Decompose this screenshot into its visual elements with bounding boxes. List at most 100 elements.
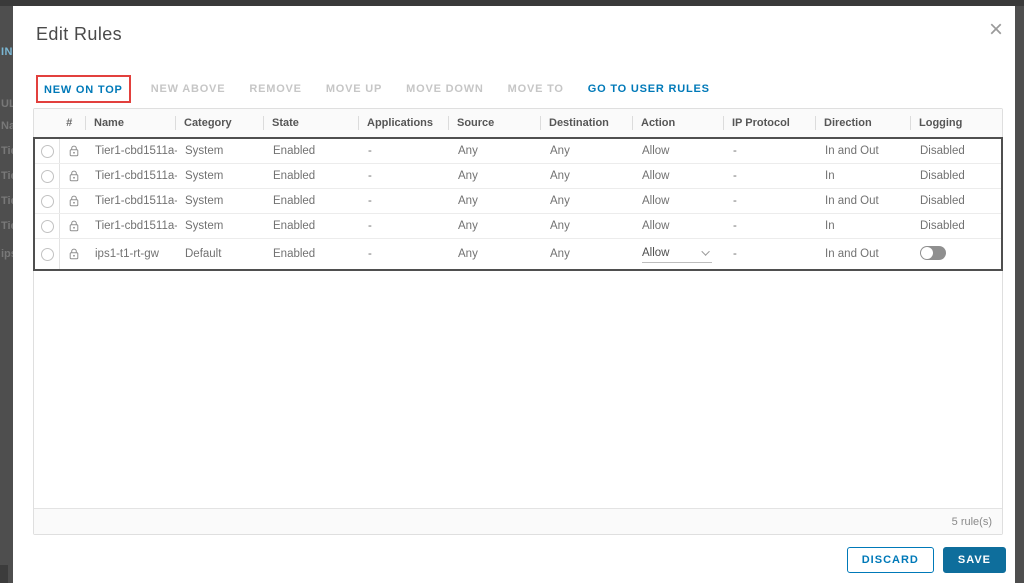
cell-ip-protocol: - — [733, 248, 737, 260]
rule-row[interactable]: Tier1-cbd1511a-c... System Enabled - Any Any A… — [35, 164, 1001, 189]
backdrop-text-fragment: Nam — [1, 120, 13, 132]
col-header-destination: Destination — [541, 116, 633, 130]
cell-state: Enabled — [273, 145, 316, 157]
cell-category: System — [185, 220, 224, 232]
cell-direction: In — [825, 170, 835, 182]
edit-rules-dialog: Edit Rules × NEW ON TOP NEW ABOVE REMOVE… — [13, 6, 1015, 583]
col-header-action: Action — [633, 116, 724, 130]
toolbar-new-above-button[interactable]: NEW ABOVE — [151, 83, 226, 95]
cell-name: Tier1-cbd1511a-c... — [95, 145, 177, 157]
cell-direction: In and Out — [825, 145, 879, 157]
backdrop-text-fragment: Tie — [1, 145, 13, 157]
rule-row[interactable]: Tier1-cbd1511a-c... System Enabled - Any Any A… — [35, 214, 1001, 239]
lock-icon — [69, 145, 78, 157]
close-icon[interactable]: × — [989, 18, 1003, 42]
cell-state: Enabled — [273, 220, 316, 232]
cell-category: System — [185, 145, 224, 157]
cell-source: Any — [458, 145, 478, 157]
col-header-state: State — [264, 116, 359, 130]
row-lock-cell — [59, 139, 87, 163]
row-radio-button[interactable] — [40, 194, 54, 208]
cell-category: System — [185, 170, 224, 182]
dialog-title: Edit Rules — [36, 24, 123, 44]
rule-row[interactable]: ips1-t1-rt-gw Default Enabled - Any Any Allow -… — [35, 239, 1001, 269]
save-button[interactable]: SAVE — [942, 547, 1006, 573]
col-header-logging: Logging — [919, 117, 963, 129]
cell-destination: Any — [550, 145, 570, 157]
cell-name: Tier1-cbd1511a-c... — [95, 170, 177, 182]
action-dropdown[interactable]: Allow — [642, 245, 712, 263]
col-header-direction: Direction — [816, 116, 911, 130]
cell-destination: Any — [550, 195, 570, 207]
toolbar-move-down-button[interactable]: MOVE DOWN — [406, 83, 483, 95]
cell-direction: In — [825, 220, 835, 232]
row-lock-cell — [59, 214, 87, 238]
logging-toggle[interactable] — [920, 245, 946, 260]
cell-state: Enabled — [273, 170, 316, 182]
row-lock-cell — [59, 189, 87, 213]
backdrop-corner-block — [0, 565, 8, 583]
table-rows-block: Tier1-cbd1511a-c... System Enabled - Any Any A… — [33, 137, 1003, 271]
col-header-select — [34, 116, 58, 130]
row-select-cell — [35, 194, 59, 208]
cell-category: System — [185, 195, 224, 207]
cell-direction: In and Out — [825, 248, 879, 260]
backdrop-text-fragment: ips — [1, 248, 13, 260]
cell-applications: - — [368, 170, 372, 182]
cell-source: Any — [458, 248, 478, 260]
row-lock-cell — [59, 164, 87, 188]
row-radio-button[interactable] — [40, 169, 54, 183]
cell-name: Tier1-cbd1511a-c... — [95, 195, 177, 207]
row-radio-button[interactable] — [40, 219, 54, 233]
lock-icon — [69, 195, 78, 207]
col-header-applications: Applications — [359, 116, 449, 130]
cell-destination: Any — [550, 220, 570, 232]
cell-source: Any — [458, 170, 478, 182]
cell-action: Allow — [642, 170, 670, 182]
cell-applications: - — [368, 248, 372, 260]
cell-action: Allow — [642, 220, 670, 232]
cell-state: Enabled — [273, 195, 316, 207]
cell-logging: Disabled — [920, 145, 965, 157]
cell-action: Allow — [642, 145, 670, 157]
col-header-lock: # — [58, 116, 86, 130]
lock-icon — [69, 170, 78, 182]
rule-row[interactable]: Tier1-cbd1511a-c... System Enabled - Any Any A… — [35, 189, 1001, 214]
cell-name: ips1-t1-rt-gw — [95, 248, 159, 260]
cell-applications: - — [368, 145, 372, 157]
cell-action: Allow — [642, 195, 670, 207]
toolbar-remove-button[interactable]: REMOVE — [249, 83, 301, 95]
row-radio-button[interactable] — [40, 247, 54, 261]
toolbar-move-to-button[interactable]: MOVE TO — [508, 83, 564, 95]
row-select-cell — [35, 247, 59, 261]
toolbar-go-to-user-rules-button[interactable]: GO TO USER RULES — [588, 83, 710, 95]
rules-table: # Name Category State Applications Source Dest… — [33, 108, 1003, 535]
table-header: # Name Category State Applications Source Dest… — [34, 109, 1002, 137]
cell-destination: Any — [550, 248, 570, 260]
backdrop-text-fragment: IN — [1, 46, 13, 58]
row-select-cell — [35, 144, 59, 158]
cell-applications: - — [368, 195, 372, 207]
row-select-cell — [35, 169, 59, 183]
cell-applications: - — [368, 220, 372, 232]
toolbar-move-up-button[interactable]: MOVE UP — [326, 83, 382, 95]
cell-logging: Disabled — [920, 195, 965, 207]
row-select-cell — [35, 219, 59, 233]
cell-action: Allow — [634, 245, 725, 263]
row-lock-cell — [59, 239, 87, 269]
col-header-name: Name — [86, 116, 176, 130]
cell-source: Any — [458, 220, 478, 232]
toolbar-new-on-top-button[interactable]: NEW ON TOP — [44, 84, 123, 96]
annotation-highlight-box: NEW ON TOP — [36, 75, 131, 103]
rule-row[interactable]: Tier1-cbd1511a-c... System Enabled - Any Any A… — [35, 139, 1001, 164]
cell-ip-protocol: - — [733, 220, 737, 232]
cell-logging: Disabled — [920, 220, 965, 232]
discard-button[interactable]: DISCARD — [846, 547, 934, 573]
cell-state: Enabled — [273, 248, 316, 260]
row-radio-button[interactable] — [40, 144, 54, 158]
cell-direction: In and Out — [825, 195, 879, 207]
cell-name: Tier1-cbd1511a-c... — [95, 220, 177, 232]
backdrop-text-fragment: UL — [1, 98, 13, 110]
backdrop-text-fragment: Tie — [1, 220, 13, 232]
cell-ip-protocol: - — [733, 145, 737, 157]
